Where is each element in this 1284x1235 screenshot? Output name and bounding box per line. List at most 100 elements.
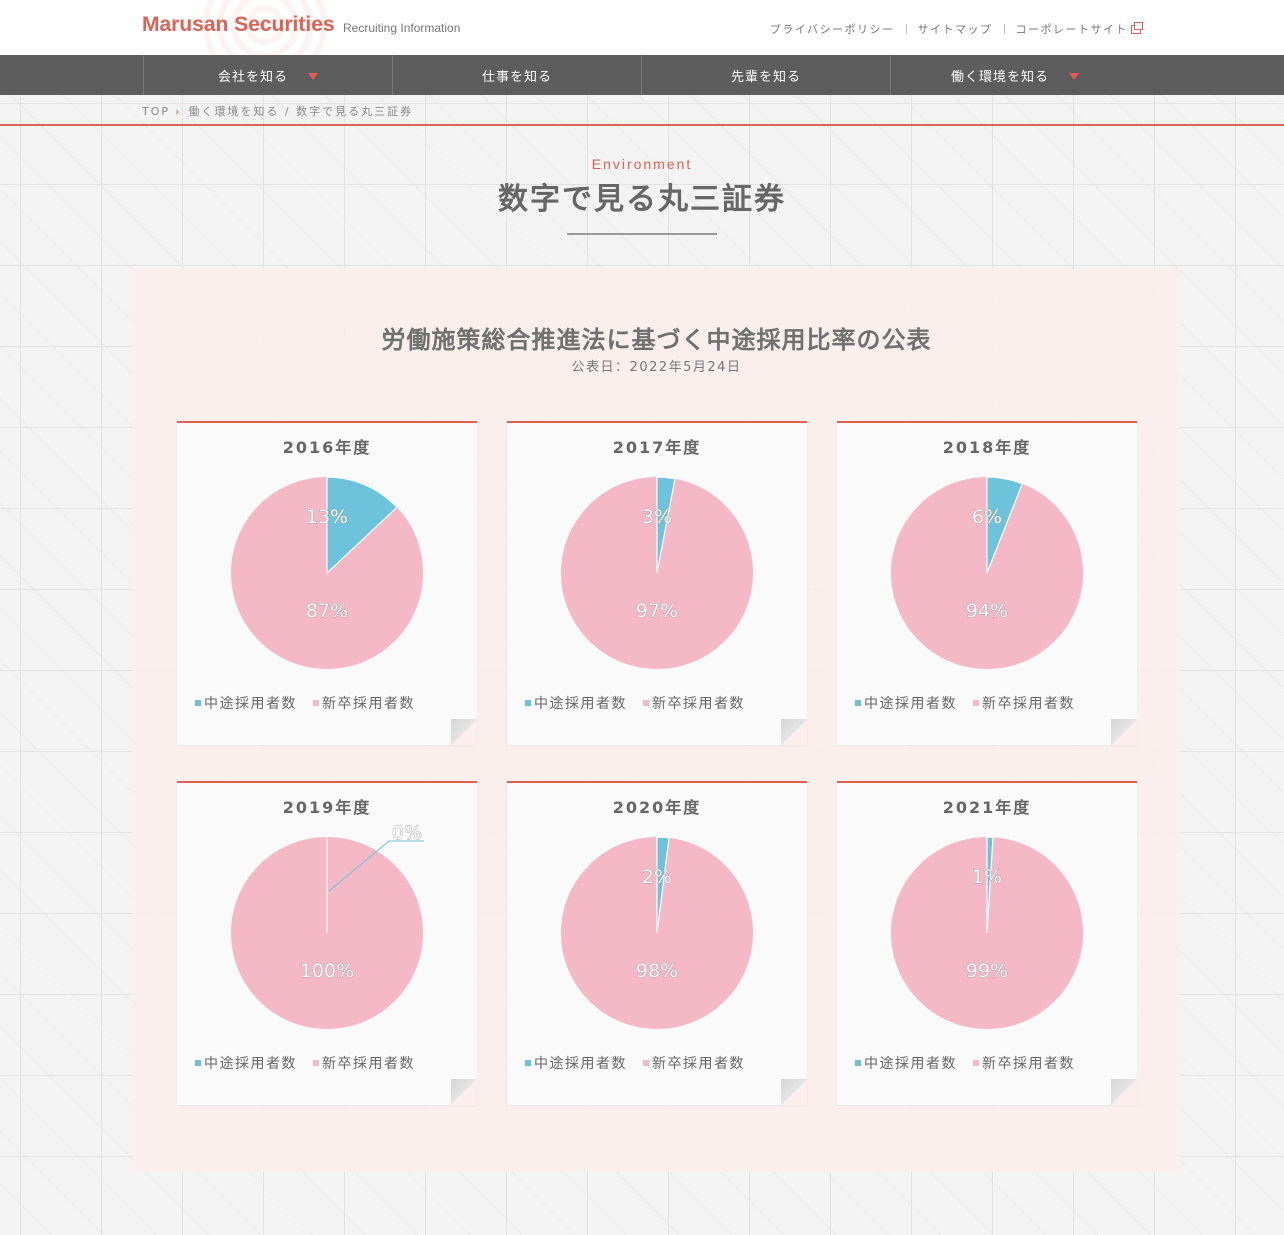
nav-item-label: 仕事を知る xyxy=(481,69,552,85)
legend-label: 新卒採用者数 xyxy=(982,696,1075,712)
chart-card: 2019年度 0% 100% 中途採用者数 新卒採用者数 xyxy=(177,781,477,1105)
brand-logo[interactable]: Marusan Securities xyxy=(142,13,335,37)
nav-item-company[interactable]: 会社を知る xyxy=(143,55,392,95)
chart-card: 2016年度 13% 87% 中途採用者数 新卒採用者数 xyxy=(177,421,477,745)
legend-swatch xyxy=(973,700,979,706)
legend-swatch xyxy=(525,700,531,706)
legend-swatch xyxy=(855,1060,861,1066)
nav-item-label: 会社を知る xyxy=(217,69,288,85)
pie-chart: 0% 100% xyxy=(231,822,424,1029)
pie-label-mid-career: 13% xyxy=(306,506,348,528)
pie-label-new-grad: 98% xyxy=(636,960,678,982)
legend-label: 中途採用者数 xyxy=(204,1056,297,1072)
brand-subtitle: Recruiting Information xyxy=(343,21,461,35)
corporate-site-link[interactable]: コーポレートサイト xyxy=(1015,21,1143,37)
pie-chart: 2% 98% xyxy=(561,836,753,1029)
header-divider xyxy=(0,124,1284,126)
section-title: 労働施策総合推進法に基づく中途採用比率の公表 xyxy=(381,326,932,354)
dropdown-arrow-icon xyxy=(1069,72,1079,80)
nav-item-seniors[interactable]: 先輩を知る xyxy=(641,55,890,95)
legend-swatch xyxy=(313,1060,319,1066)
site-header: Marusan Securities Recruiting Informatio… xyxy=(0,0,1284,90)
legend-label: 中途採用者数 xyxy=(534,696,627,712)
legend-item-mid-career: 中途採用者数 xyxy=(855,693,957,713)
chart-legend: 中途採用者数 新卒採用者数 xyxy=(195,1053,431,1073)
link-divider xyxy=(1003,24,1005,34)
legend-swatch xyxy=(195,1060,201,1066)
legend-label: 新卒採用者数 xyxy=(652,1056,745,1072)
breadcrumb-current: 働く環境を知る / 数字で見る丸三証券 xyxy=(188,105,414,118)
legend-item-new-grad: 新卒採用者数 xyxy=(643,693,745,713)
sitemap-link[interactable]: サイトマップ xyxy=(918,21,993,37)
pie-label-mid-career: 0% xyxy=(392,822,422,844)
pie-label-new-grad: 100% xyxy=(300,960,354,982)
privacy-policy-link[interactable]: プライバシーポリシー xyxy=(770,21,895,37)
pie-label-mid-career: 1% xyxy=(972,866,1002,888)
pie-label-mid-career: 3% xyxy=(642,506,672,528)
legend-label: 新卒採用者数 xyxy=(322,696,415,712)
legend-swatch xyxy=(313,700,319,706)
legend-label: 新卒採用者数 xyxy=(982,1056,1075,1072)
pie-label-new-grad: 87% xyxy=(306,600,348,622)
chart-title: 2017年度 xyxy=(612,438,702,457)
pie-chart: 6% 94% xyxy=(891,476,1083,669)
global-nav: 会社を知る 仕事を知る 先輩を知る 働く環境を知る xyxy=(0,55,1284,95)
chart-card: 2020年度 2% 98% 中途採用者数 新卒採用者数 xyxy=(507,781,807,1105)
legend-item-new-grad: 新卒採用者数 xyxy=(643,1053,745,1073)
link-divider xyxy=(905,24,907,34)
legend-swatch xyxy=(195,700,201,706)
legend-item-mid-career: 中途採用者数 xyxy=(195,693,297,713)
pie-label-new-grad: 94% xyxy=(966,600,1008,622)
pie-label-mid-career: 2% xyxy=(642,866,672,888)
chart-title: 2016年度 xyxy=(282,438,372,457)
chart-legend: 中途採用者数 新卒採用者数 xyxy=(195,693,431,713)
content-panel: 労働施策総合推進法に基づく中途採用比率の公表 公表日：2022年5月24日 20… xyxy=(133,268,1180,1172)
legend-label: 新卒採用者数 xyxy=(652,696,745,712)
legend-item-mid-career: 中途採用者数 xyxy=(525,1053,627,1073)
chart-card: 2021年度 1% 99% 中途採用者数 新卒採用者数 xyxy=(837,781,1137,1105)
pie-label-new-grad: 97% xyxy=(636,600,678,622)
chart-card: 2018年度 6% 94% 中途採用者数 新卒採用者数 xyxy=(837,421,1137,745)
legend-item-new-grad: 新卒採用者数 xyxy=(973,1053,1075,1073)
external-link-icon xyxy=(1131,21,1143,34)
pie-chart: 1% 99% xyxy=(891,836,1083,1029)
nav-item-label: 働く環境を知る xyxy=(950,69,1049,85)
legend-label: 中途採用者数 xyxy=(204,696,297,712)
corporate-site-label: コーポレートサイト xyxy=(1015,23,1128,36)
legend-label: 新卒採用者数 xyxy=(322,1056,415,1072)
chart-title: 2021年度 xyxy=(942,798,1032,817)
nav-item-environment[interactable]: 働く環境を知る xyxy=(890,55,1139,95)
pie-chart: 13% 87% xyxy=(231,476,423,669)
chevron-right-icon: › xyxy=(175,104,182,118)
chart-legend: 中途採用者数 新卒採用者数 xyxy=(855,1053,1091,1073)
chart-legend: 中途採用者数 新卒採用者数 xyxy=(855,693,1091,713)
breadcrumb-home-link[interactable]: TOP xyxy=(142,105,170,118)
utility-links: プライバシーポリシー サイトマップ コーポレートサイト xyxy=(770,21,1143,37)
chart-title: 2019年度 xyxy=(282,798,372,817)
nav-item-work[interactable]: 仕事を知る xyxy=(392,55,641,95)
legend-swatch xyxy=(525,1060,531,1066)
pie-label-mid-career: 6% xyxy=(972,506,1002,528)
legend-item-new-grad: 新卒採用者数 xyxy=(973,693,1075,713)
chart-title: 2020年度 xyxy=(612,798,702,817)
legend-swatch xyxy=(973,1060,979,1066)
pie-label-new-grad: 99% xyxy=(966,960,1008,982)
legend-item-new-grad: 新卒採用者数 xyxy=(313,693,415,713)
title-underline xyxy=(567,233,717,235)
nav-item-label: 先輩を知る xyxy=(730,69,801,85)
pie-chart: 3% 97% xyxy=(561,476,753,669)
legend-label: 中途採用者数 xyxy=(864,1056,957,1072)
legend-swatch xyxy=(643,1060,649,1066)
publish-date: 公表日：2022年5月24日 xyxy=(571,360,742,375)
legend-item-mid-career: 中途採用者数 xyxy=(855,1053,957,1073)
chart-legend: 中途採用者数 新卒採用者数 xyxy=(525,693,761,713)
page-title: 数字で見る丸三証券 xyxy=(498,182,786,217)
legend-label: 中途採用者数 xyxy=(864,696,957,712)
legend-swatch xyxy=(855,700,861,706)
chart-title: 2018年度 xyxy=(942,438,1032,457)
legend-label: 中途採用者数 xyxy=(534,1056,627,1072)
legend-swatch xyxy=(643,700,649,706)
legend-item-new-grad: 新卒採用者数 xyxy=(313,1053,415,1073)
page-eyebrow: Environment xyxy=(591,156,693,172)
legend-item-mid-career: 中途採用者数 xyxy=(525,693,627,713)
